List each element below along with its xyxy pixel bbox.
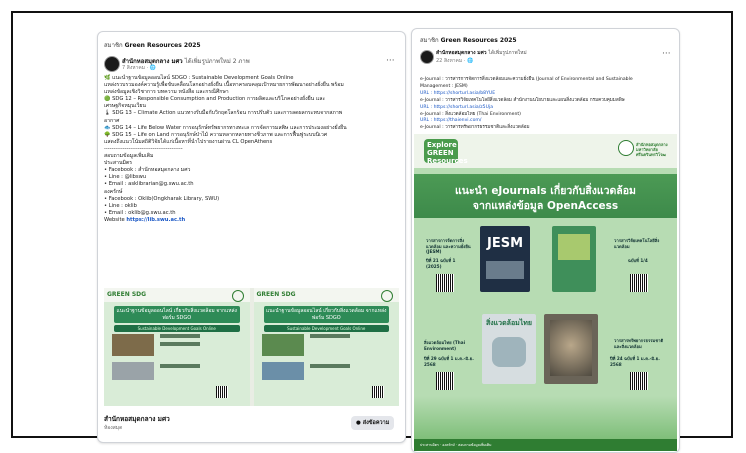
text-block	[309, 334, 350, 338]
post-body: e-Journal : วารสารการจัดการสิ่งแวดล้อมแล…	[420, 77, 633, 131]
photo-thumbnail	[261, 362, 304, 380]
post-body: 🌿 แนะนำฐานข้อมูลออนไลน์ SDGO : Sustainab…	[104, 75, 347, 223]
qr-code	[630, 274, 648, 292]
explore-green-resources-logo: Explore GREEN Resources	[424, 139, 468, 165]
poster-header: Explore GREEN Resources สำนักหอสมุดกลาง …	[414, 134, 677, 168]
post-image-gallery[interactable]: GREEN SDG แนะนำฐานข้อมูลออนไลน์ เกี่ยวกั…	[104, 288, 399, 406]
jesm-cover: JESM	[480, 226, 530, 292]
qr-code	[216, 386, 228, 398]
qr-code	[436, 372, 454, 390]
green-sdg-logo: GREEN SDG	[256, 291, 296, 298]
author-avatar[interactable]	[420, 50, 434, 64]
journal-item-3-name: สิ่งแวดล้อมไทย (Thai Environment)	[424, 340, 466, 351]
photo-thumbnail	[112, 334, 154, 356]
text-block	[309, 364, 350, 368]
page-category: ห้องสมุด	[104, 425, 123, 431]
research-journal-cover	[552, 226, 596, 292]
journal-item-3-issue: ปีที่ 29 ฉบับที่ 1 ม.ค.-มิ.ย. 2568	[424, 356, 474, 367]
poster-landscape	[414, 396, 677, 439]
qr-code	[630, 372, 648, 390]
author-name[interactable]: สำนักหอสมุดกลาง มศว ได้เพิ่มรูปภาพใหม่	[436, 49, 527, 57]
journal-item-4-name: วารสารทรัพยากรธรรมชาติ และสิ่งแวดล้อม	[614, 338, 664, 349]
natural-resources-cover	[544, 314, 598, 384]
url-link[interactable]: URL : https://shorturl.asia/z5Uja	[420, 105, 633, 112]
library-seal-icon	[231, 290, 244, 302]
poster-image-2[interactable]: GREEN SDG แนะนำฐานข้อมูลออนไลน์ เกี่ยวกั…	[253, 288, 399, 406]
journal-item-1-issue: ปีที่ 21 ฉบับที่ 1 (2025)	[426, 258, 456, 269]
messenger-icon: ●	[356, 420, 361, 426]
thai-environment-cover: สิ่งแวดล้อมไทย	[482, 314, 536, 384]
library-name: สำนักหอสมุดกลาง มหาวิทยาลัยศรีนครินทรวิโ…	[636, 142, 668, 157]
group-name[interactable]: สมาชิก Green Resources 2025	[104, 40, 201, 50]
send-message-button[interactable]: ● ส่งข้อความ	[351, 416, 395, 430]
text-block	[160, 364, 200, 368]
library-seal-icon	[618, 140, 634, 156]
facebook-post-sdgo: สมาชิก Green Resources 2025 สำนักหอสมุดก…	[97, 31, 406, 443]
photo-thumbnail	[261, 334, 304, 356]
text-block	[160, 342, 200, 346]
qr-code	[436, 274, 454, 292]
poster-image-1[interactable]: GREEN SDG แนะนำฐานข้อมูลออนไลน์ เกี่ยวกั…	[104, 288, 250, 406]
poster-title-line2: จากแหล่งข้อมูล OpenAccess	[472, 200, 619, 212]
author-avatar[interactable]	[104, 56, 120, 72]
journal-item-2-issue: ฉบับที่ 1/4	[628, 258, 648, 263]
journal-item-1-name: วารสารการจัดการสิ่งแวดล้อม และความยั่งยื…	[426, 238, 471, 254]
journal-item-4-issue: ปีที่ 24 ฉบับที่ 1 ม.ค.-มิ.ย. 2568	[610, 356, 660, 367]
website-link[interactable]: https://lib.swu.ac.th	[126, 217, 185, 223]
poster-banner: แนะนำฐานข้อมูลออนไลน์ เกี่ยวกับสิ่งแวดล้…	[114, 306, 240, 323]
poster-banner: แนะนำฐานข้อมูลออนไลน์ เกี่ยวกับสิ่งแวดล้…	[263, 306, 389, 323]
library-seal-icon	[381, 290, 393, 302]
poster-subbanner: Sustainable Development Goals Online	[263, 325, 389, 332]
poster-footer: ประสานมิตร · องครักษ์ · สอบถามข้อมูลเพิ่…	[414, 439, 677, 451]
poster-title-band: แนะนำ eJournals เกี่ยวกับสิ่งแวดล้อม จาก…	[414, 174, 677, 218]
page-caption[interactable]: สำนักหอสมุดกลาง มศว	[104, 414, 170, 424]
photo-thumbnail	[112, 362, 154, 380]
more-options-icon[interactable]: ···	[386, 56, 395, 66]
journal-item-2-name: วารสารวิจัยเทคโนโลยีสิ่งแวดล้อม	[614, 238, 660, 249]
post-time[interactable]: 22 สิงหาคม · 🌐	[436, 57, 473, 65]
ejournal-poster-image[interactable]: Explore GREEN Resources สำนักหอสมุดกลาง …	[414, 134, 677, 451]
group-name[interactable]: สมาชิก Green Resources 2025	[420, 35, 517, 45]
screenshot-frame: สมาชิก Green Resources 2025 สำนักหอสมุดก…	[11, 11, 733, 453]
url-link[interactable]: URL : https://shorturl.asia/b8YUE	[420, 91, 633, 98]
more-options-icon[interactable]: ···	[662, 49, 671, 59]
post-time[interactable]: 7 สิงหาคม · 🌐	[122, 64, 156, 72]
facebook-post-ejournals: สมาชิก Green Resources 2025 สำนักหอสมุดก…	[411, 28, 680, 453]
poster-subbanner: Sustainable Development Goals Online	[114, 325, 240, 332]
qr-code	[371, 386, 384, 398]
text-block	[160, 334, 200, 338]
green-sdg-logo: GREEN SDG	[107, 291, 147, 298]
